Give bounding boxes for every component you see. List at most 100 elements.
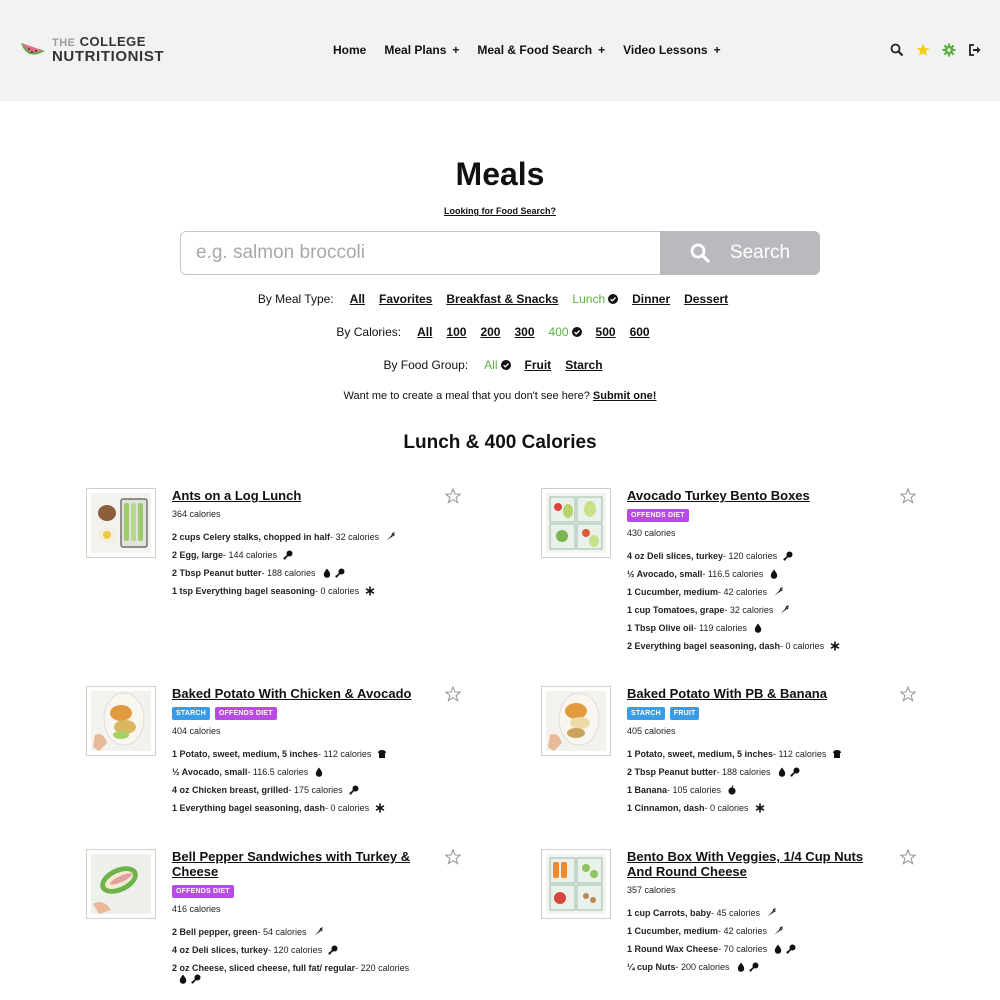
filter-meal-type-all[interactable]: All: [350, 292, 365, 306]
filter-calories-200[interactable]: 200: [480, 325, 500, 339]
filter-calories-all[interactable]: All: [417, 325, 432, 339]
filter-food-group-fruit[interactable]: Fruit: [525, 358, 552, 372]
meal-title-link[interactable]: Bento Box With Veggies, 1/4 Cup Nuts And…: [627, 849, 872, 879]
filter-food-group-starch[interactable]: Starch: [565, 358, 602, 372]
favorite-star-icon[interactable]: [444, 487, 462, 504]
filter-calories-100[interactable]: 100: [446, 325, 466, 339]
ingredient-list: 2 cups Celery stalks, chopped in half - …: [172, 531, 417, 597]
ingredient-name: 1 Potato, sweet, medium, 5 inches: [627, 749, 774, 759]
meal-title-link[interactable]: Avocado Turkey Bento Boxes: [627, 488, 872, 503]
logo-prefix: THE: [52, 36, 76, 49]
request-meal-text: Want me to create a meal that you don't …: [343, 390, 590, 402]
drumstick-icon: [748, 962, 759, 972]
offends-badge: OFFENDS DIET: [214, 707, 277, 720]
meal-card-body: Baked Potato With PB & Banana STARCH FRUIT…: [627, 686, 872, 820]
favorite-star-icon[interactable]: [444, 848, 462, 865]
meal-calories: 405 calories: [627, 726, 676, 736]
filter-food-group: By Food Group: All Fruit Starch: [0, 358, 1000, 372]
filter-calories-600[interactable]: 600: [630, 325, 650, 339]
nav-meal-plans-label: Meal Plans: [384, 43, 447, 57]
meal-title-link[interactable]: Ants on a Log Lunch: [172, 488, 417, 503]
carrot-icon: [314, 927, 323, 936]
ingredient-name: ½ Avocado, small: [172, 767, 248, 777]
favorite-star-icon[interactable]: [444, 685, 462, 702]
ingredient-item: 2 Egg, large - 144 calories: [172, 549, 417, 561]
ingredient-item: 1 cup Tomatoes, grape - 32 calories: [627, 604, 872, 616]
ingredient-name: ½ Avocado, small: [627, 569, 703, 579]
drop-icon: [323, 568, 330, 578]
nav-expand-icon: +: [713, 43, 721, 57]
filter-calories-400[interactable]: 400: [549, 325, 582, 339]
food-search-link[interactable]: Looking for Food Search?: [0, 206, 1000, 216]
meal-thumbnail[interactable]: [541, 686, 611, 756]
nav-video-lessons[interactable]: Video Lessons +: [623, 43, 721, 57]
ingredient-name: 1 Potato, sweet, medium, 5 inches: [172, 749, 319, 759]
gear-icon[interactable]: [942, 43, 956, 57]
meal-title-link[interactable]: Baked Potato With Chicken & Avocado: [172, 686, 417, 701]
ingredient-calories: - 144 calories: [223, 550, 278, 560]
filter-food-group-all[interactable]: All: [484, 358, 511, 372]
ingredient-item: 2 cups Celery stalks, chopped in half - …: [172, 531, 417, 543]
star-icon[interactable]: [916, 43, 930, 57]
filter-meal-type-dessert[interactable]: Dessert: [684, 292, 728, 306]
ingredient-food-group-icons: [322, 568, 345, 578]
ingredient-name: 4 oz Deli slices, turkey: [627, 551, 724, 561]
carrot-icon: [774, 926, 783, 935]
ingredient-item: 2 oz Cheese, sliced cheese, full fat/ re…: [172, 962, 417, 984]
site-logo[interactable]: THE COLLEGE NUTRITIONIST: [18, 34, 164, 64]
search-icon[interactable]: [890, 43, 904, 57]
ingredient-name: 2 Bell pepper, green: [172, 927, 258, 937]
filter-meal-type-lunch[interactable]: Lunch: [572, 292, 619, 306]
meal-thumbnail[interactable]: [86, 686, 156, 756]
ingredient-name: 2 Egg, large: [172, 550, 224, 560]
ingredient-food-group-icons: [773, 926, 783, 936]
logout-icon[interactable]: [968, 43, 982, 57]
meal-thumbnail[interactable]: [86, 488, 156, 558]
nav-meal-food-search[interactable]: Meal & Food Search +: [477, 43, 605, 57]
asterisk-icon: [375, 803, 385, 813]
ingredient-calories: - 220 calories: [355, 963, 410, 973]
ingredient-calories: - 54 calories: [257, 927, 307, 937]
drop-icon: [771, 569, 778, 579]
favorite-star-icon[interactable]: [899, 487, 917, 504]
meal-thumbnail[interactable]: [86, 849, 156, 919]
filter-calories-500[interactable]: 500: [596, 325, 616, 339]
ingredient-name: 4 oz Chicken breast, grilled: [172, 785, 289, 795]
ingredient-name: 1 Round Wax Cheese: [627, 944, 719, 954]
meal-card-body: Avocado Turkey Bento Boxes OFFENDS DIET 43…: [627, 488, 872, 658]
filter-meal-type-breakfast-snacks[interactable]: Breakfast & Snacks: [446, 292, 558, 306]
submit-meal-link[interactable]: Submit one!: [593, 390, 657, 402]
ingredient-list: 1 Potato, sweet, medium, 5 inches - 112 …: [627, 748, 872, 814]
nav-meal-plans[interactable]: Meal Plans +: [384, 43, 459, 57]
nav-home[interactable]: Home: [333, 43, 366, 57]
meal-search-input[interactable]: [180, 231, 660, 275]
search-button[interactable]: Search: [660, 231, 820, 275]
ingredient-food-group-icons: [783, 551, 793, 561]
ingredient-food-group-icons: [727, 785, 737, 795]
ingredient-name: 2 cups Celery stalks, chopped in half: [172, 532, 331, 542]
meal-title-link[interactable]: Baked Potato With PB & Banana: [627, 686, 872, 701]
favorite-star-icon[interactable]: [899, 685, 917, 702]
drumstick-icon: [786, 944, 796, 954]
ingredient-calories: - 105 calories: [667, 785, 722, 795]
carrot-icon: [386, 532, 395, 541]
drop-icon: [737, 962, 744, 972]
meal-title-link[interactable]: Bell Pepper Sandwiches with Turkey & Che…: [172, 849, 417, 879]
ingredient-calories: - 119 calories: [693, 623, 747, 633]
ingredient-calories: - 42 calories: [718, 926, 768, 936]
meal-thumbnail[interactable]: [541, 849, 611, 919]
ingredient-name: 1 cup Carrots, baby: [627, 908, 712, 918]
ingredient-food-group-icons: [832, 749, 842, 759]
favorite-star-icon[interactable]: [899, 848, 917, 865]
filter-calories-300[interactable]: 300: [514, 325, 534, 339]
ingredient-name: 2 Tbsp Peanut butter: [172, 568, 262, 578]
meal-calories: 416 calories: [172, 904, 221, 914]
filter-meal-type-dinner[interactable]: Dinner: [632, 292, 670, 306]
ingredient-item: ½ Avocado, small - 116.5 calories: [172, 766, 417, 778]
drumstick-icon: [334, 568, 345, 578]
ingredient-name: 1 Tbsp Olive oil: [627, 623, 694, 633]
filter-meal-type-favorites[interactable]: Favorites: [379, 292, 432, 306]
filter-meal-type-label: By Meal Type:: [257, 292, 334, 306]
ingredient-name: 2 Everything bagel seasoning, dash: [627, 641, 781, 651]
meal-thumbnail[interactable]: [541, 488, 611, 558]
